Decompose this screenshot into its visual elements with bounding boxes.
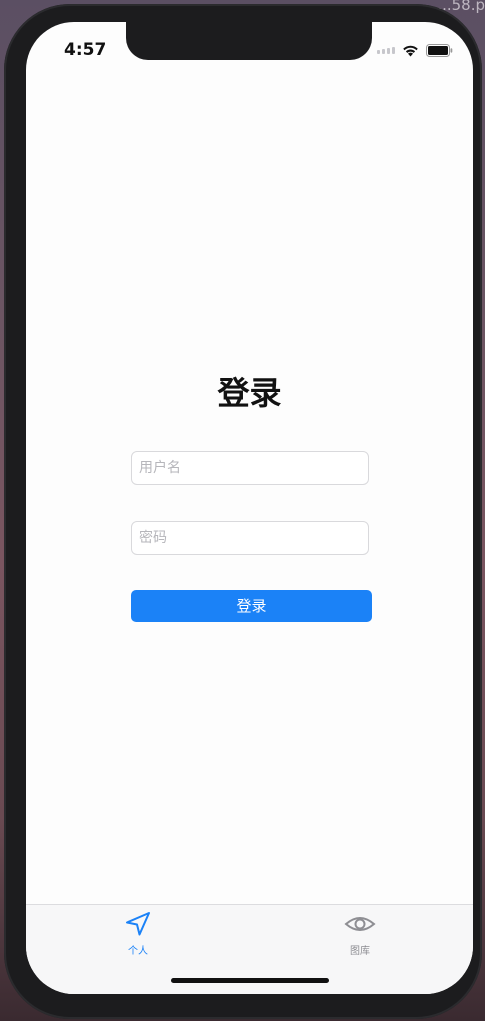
tab-gallery[interactable]: 图库 [330, 911, 390, 957]
eye-icon [344, 917, 376, 931]
username-input[interactable] [131, 451, 369, 485]
battery-icon [426, 43, 453, 57]
password-input[interactable] [131, 521, 369, 555]
phone-screen: 4:57 登录 登录 个 [26, 22, 473, 994]
login-title: 登录 [217, 374, 282, 412]
device-notch [126, 22, 372, 60]
wifi-icon [403, 45, 418, 56]
tab-gallery-label: 图库 [350, 946, 370, 957]
login-button[interactable]: 登录 [131, 590, 372, 622]
home-indicator[interactable] [171, 978, 329, 983]
tab-personal[interactable]: 个人 [108, 911, 168, 957]
status-time: 4:57 [64, 40, 107, 60]
tab-personal-label: 个人 [128, 946, 148, 957]
location-arrow-icon [126, 912, 150, 936]
phone-frame: 4:57 登录 登录 个 [4, 4, 482, 1019]
cellular-signal-icon [377, 46, 395, 54]
status-indicators [377, 42, 453, 58]
